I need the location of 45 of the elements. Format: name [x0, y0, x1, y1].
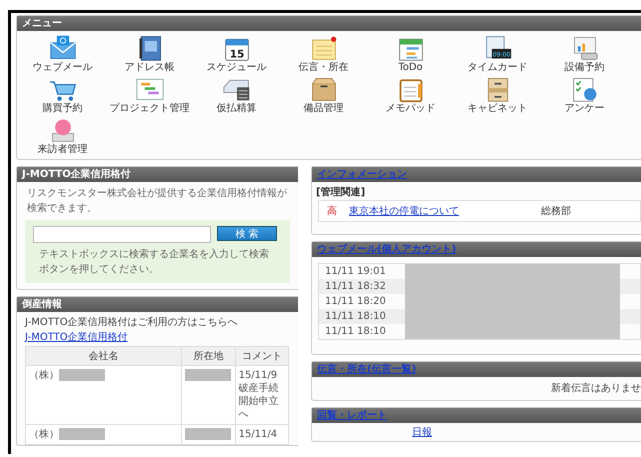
- department-text: 総務部: [541, 204, 571, 218]
- search-button[interactable]: 検 索: [217, 226, 277, 241]
- category-label: [管理関連]: [315, 186, 366, 200]
- column-header: 会社名: [26, 346, 182, 366]
- menu-item[interactable]: ウェブメール: [32, 34, 92, 74]
- menu-item[interactable]: 購買予約: [42, 75, 82, 115]
- company-cell: （株）: [29, 370, 59, 381]
- panel-header: メニュー: [17, 16, 641, 31]
- menu-item[interactable]: 備品管理: [304, 75, 344, 115]
- description-text: リスクモンスター株式会社が提供する企業信用格付情報が検索できます。: [26, 186, 288, 216]
- note-text: J-MOTTO企業信用格付はご利用の方はこちらへ: [24, 316, 239, 330]
- redacted-block: [59, 369, 105, 382]
- company-cell: （株）: [29, 429, 59, 440]
- menu-item[interactable]: プロジェクト管理: [110, 75, 190, 115]
- info-link[interactable]: 東京本社の停電について: [349, 204, 459, 218]
- empty-message: 新着伝言はありませ: [550, 382, 641, 396]
- menu-item[interactable]: アドレス帳: [124, 34, 174, 74]
- menu-item[interactable]: 15 スケジュール: [206, 34, 266, 74]
- hint-text: テキストボックスに検索する企業名を入力して検索ボタンを押してください。: [38, 248, 270, 277]
- mail-time: 11/11 18:32: [324, 280, 387, 294]
- company-search-field[interactable]: [33, 226, 211, 243]
- menu-item[interactable]: 来訪者管理: [38, 116, 88, 156]
- comment-cell: 15/11/4: [235, 424, 288, 444]
- panel-header: J-MOTTO企業信用格付: [17, 167, 298, 182]
- menu-item[interactable]: 伝言・所在: [298, 34, 348, 74]
- menu-item[interactable]: 設備予約: [564, 34, 604, 74]
- menu-item[interactable]: ToDo: [394, 34, 426, 74]
- menu-item[interactable]: キャビネット: [468, 75, 528, 115]
- menu-item[interactable]: アンケー: [564, 75, 604, 115]
- report-link[interactable]: 日報: [412, 427, 432, 438]
- redacted-block: [185, 369, 232, 382]
- mail-time: 11/11 18:20: [324, 295, 387, 309]
- credit-link[interactable]: J-MOTTO企業信用格付: [17, 330, 136, 346]
- mail-time: 11/11 18:10: [324, 310, 387, 324]
- column-header: 所在地: [182, 346, 236, 366]
- mail-time: 11/11 18:10: [324, 325, 387, 339]
- redacted-block: [59, 428, 105, 440]
- column-header: コメント: [235, 346, 288, 366]
- redacted-block: [185, 428, 232, 440]
- mail-time: 11/11 19:01: [324, 265, 387, 279]
- menu-item[interactable]: メモパッド: [386, 75, 436, 115]
- menu-item[interactable]: 仮払精算: [216, 75, 256, 115]
- priority-label: 高: [327, 204, 337, 218]
- comment-cell: 15/11/9 破産手続開始申立へ: [235, 366, 288, 424]
- panel-header: 倒産情報: [17, 297, 298, 312]
